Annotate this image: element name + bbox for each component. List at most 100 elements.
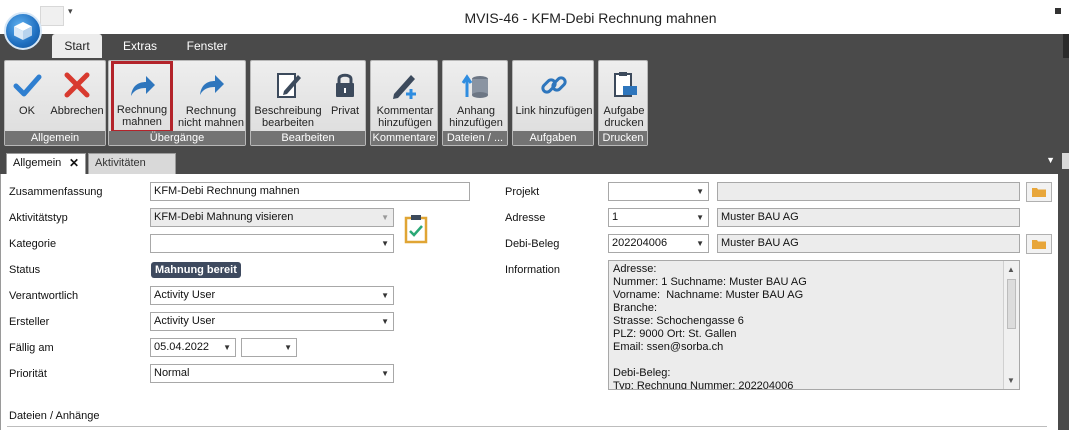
projekt-browse-button[interactable] bbox=[1026, 182, 1052, 202]
verantwortlich-select[interactable]: Activity User ▼ bbox=[150, 286, 394, 305]
adresse-code-value: 1 bbox=[612, 211, 619, 223]
debi-beleg-name-value: Muster BAU AG bbox=[721, 237, 799, 249]
ribbon-group-kommentare: Kommentar hinzufügen Kommentare bbox=[370, 60, 438, 146]
ok-label: OK bbox=[19, 105, 35, 117]
rechnung-mahnen-label: Rechnung mahnen bbox=[114, 104, 170, 128]
faellig-am-date-value: 05.04.2022 bbox=[154, 341, 210, 353]
doc-tab-allgemein-label: Allgemein bbox=[13, 157, 62, 169]
tab-extras[interactable]: Extras bbox=[112, 34, 168, 58]
chevron-down-icon: ▼ bbox=[284, 343, 292, 352]
aufgabe-drucken-button[interactable]: Aufgabe drucken bbox=[601, 63, 647, 131]
ribbon-group-dateien: Anhang hinzufügen Dateien / ... bbox=[442, 60, 508, 146]
debi-beleg-code-value: 202204006 bbox=[612, 237, 668, 249]
rechnung-mahnen-button[interactable]: Rechnung mahnen bbox=[111, 61, 173, 133]
panel-dropdown-icon[interactable]: ▼ bbox=[1046, 155, 1055, 165]
group-label-drucken: Drucken bbox=[599, 131, 647, 145]
anhang-label-1: Anhang bbox=[457, 105, 495, 117]
chevron-down-icon: ▼ bbox=[381, 239, 389, 248]
kommentar-label-1: Kommentar bbox=[376, 105, 434, 117]
abbrechen-button[interactable]: Abbrechen bbox=[49, 63, 105, 131]
tab-start[interactable]: Start bbox=[52, 34, 102, 58]
doc-tab-allgemein[interactable]: Allgemein ✕ bbox=[6, 153, 86, 174]
form-content: Zusammenfassung KFM-Debi Rechnung mahnen… bbox=[0, 174, 1058, 430]
clipboard-check-icon[interactable] bbox=[403, 214, 429, 244]
close-icon[interactable]: ✕ bbox=[69, 154, 79, 173]
group-label-uebergaenge: Übergänge bbox=[109, 131, 245, 145]
ribbon-group-aufgaben: Link hinzufügen Aufgaben bbox=[512, 60, 594, 146]
projekt-select[interactable]: ▼ bbox=[608, 182, 709, 201]
adresse-name-value: Muster BAU AG bbox=[721, 211, 799, 223]
chevron-down-icon: ▼ bbox=[223, 343, 231, 352]
rechnung-nicht-mahnen-button[interactable]: Rechnung nicht mahnen bbox=[177, 63, 245, 131]
group-label-kommentare: Kommentare bbox=[371, 131, 437, 145]
ribbon-group-bearbeiten: Beschreibung bearbeiten Privat Bearbeite… bbox=[250, 60, 366, 146]
kategorie-select[interactable]: ▼ bbox=[150, 234, 394, 253]
ribbon-group-uebergaenge: Rechnung mahnen Rechnung nicht mahnen Üb… bbox=[108, 60, 246, 146]
chevron-down-icon: ▼ bbox=[696, 213, 704, 222]
privat-button[interactable]: Privat bbox=[325, 63, 365, 131]
kommentar-hinzufuegen-button[interactable]: Kommentar hinzufügen bbox=[373, 63, 437, 131]
ersteller-value: Activity User bbox=[154, 315, 216, 327]
ribbon-tab-strip: Start Extras Fenster bbox=[0, 34, 1069, 58]
rechnung-mahnen-label-2: mahnen bbox=[122, 116, 162, 128]
debi-beleg-name-field: Muster BAU AG bbox=[717, 234, 1020, 253]
faellig-am-date-picker[interactable]: 05.04.2022 ▼ bbox=[150, 338, 236, 357]
chevron-down-icon: ▼ bbox=[696, 239, 704, 248]
rechnung-nicht-mahnen-label: Rechnung nicht mahnen bbox=[177, 105, 245, 129]
right-side-tab[interactable] bbox=[1062, 153, 1069, 169]
folder-icon bbox=[1032, 240, 1046, 249]
aktivitaetstyp-value: KFM-Debi Mahnung visieren bbox=[154, 211, 294, 223]
chevron-down-icon: ▼ bbox=[696, 187, 704, 196]
aufgabe-label-2: drucken bbox=[604, 117, 644, 129]
information-textarea[interactable]: Adresse: Nummer: 1 Suchname: Muster BAU A… bbox=[608, 260, 1020, 390]
beschreibung-bearbeiten-button[interactable]: Beschreibung bearbeiten bbox=[253, 63, 323, 131]
ribbon-group-allgemein: OK Abbrechen Allgemein bbox=[4, 60, 106, 146]
ersteller-select[interactable]: Activity User ▼ bbox=[150, 312, 394, 331]
rechnung-mahnen-label-1: Rechnung bbox=[116, 104, 168, 116]
aktivitaetstyp-select[interactable]: KFM-Debi Mahnung visieren ▼ bbox=[150, 208, 394, 227]
abbrechen-label: Abbrechen bbox=[50, 105, 104, 117]
ersteller-label: Ersteller bbox=[9, 316, 50, 328]
information-line: Adresse: bbox=[613, 263, 657, 275]
verantwortlich-value: Activity User bbox=[154, 289, 216, 301]
aufgabe-label: Aufgabe drucken bbox=[601, 105, 647, 129]
edit-document-icon bbox=[277, 73, 301, 98]
debi-beleg-select[interactable]: 202204006 ▼ bbox=[608, 234, 709, 253]
adresse-name-field: Muster BAU AG bbox=[717, 208, 1020, 227]
prioritaet-select[interactable]: Normal ▼ bbox=[150, 364, 394, 383]
group-label-allgemein: Allgemein bbox=[5, 131, 105, 145]
prioritaet-label: Priorität bbox=[9, 368, 47, 380]
link-chain-icon bbox=[541, 76, 567, 94]
folder-icon bbox=[1032, 188, 1046, 197]
tab-fenster[interactable]: Fenster bbox=[178, 34, 236, 58]
information-line: Vorname: Nachname: Muster BAU AG bbox=[613, 289, 804, 301]
status-badge: Mahnung bereit bbox=[151, 262, 241, 278]
debi-beleg-browse-button[interactable] bbox=[1026, 234, 1052, 254]
verantwortlich-label: Verantwortlich bbox=[9, 290, 79, 302]
faellig-am-time-select[interactable]: ▼ bbox=[241, 338, 297, 357]
adresse-select[interactable]: 1 ▼ bbox=[608, 208, 709, 227]
link-hinzufuegen-button[interactable]: Link hinzufügen bbox=[515, 63, 593, 131]
clipboard-print-icon bbox=[614, 72, 637, 97]
status-label: Status bbox=[9, 264, 41, 276]
right-side-bar bbox=[1058, 150, 1069, 430]
forward-arrow-icon bbox=[131, 76, 155, 96]
scroll-up-icon[interactable]: ▲ bbox=[1007, 263, 1015, 276]
doc-tab-aktivitaeten[interactable]: Aktivitäten bbox=[88, 153, 176, 174]
window-control-icon[interactable] bbox=[1055, 8, 1061, 14]
app-menu-button[interactable] bbox=[4, 12, 42, 50]
information-scrollbar[interactable]: ▲ ▼ bbox=[1003, 261, 1019, 389]
ok-button[interactable]: OK bbox=[7, 63, 47, 131]
anhang-hinzufuegen-button[interactable]: Anhang hinzufügen bbox=[445, 63, 507, 131]
tabstrip-edge bbox=[1063, 34, 1069, 58]
scroll-down-icon[interactable]: ▼ bbox=[1007, 374, 1015, 387]
scroll-thumb[interactable] bbox=[1007, 279, 1016, 329]
section-divider bbox=[7, 426, 1047, 427]
doc-tab-aktivitaeten-label: Aktivitäten bbox=[95, 157, 146, 169]
information-lines: Adresse: Nummer: 1 Suchname: Muster BAU A… bbox=[613, 263, 1015, 389]
zusammenfassung-input[interactable]: KFM-Debi Rechnung mahnen bbox=[150, 182, 470, 201]
privat-label: Privat bbox=[330, 105, 360, 117]
forward-arrow-icon bbox=[200, 75, 224, 95]
faellig-am-label: Fällig am bbox=[9, 342, 54, 354]
window-title: MVIS-46 - KFM-Debi Rechnung mahnen bbox=[464, 10, 717, 26]
